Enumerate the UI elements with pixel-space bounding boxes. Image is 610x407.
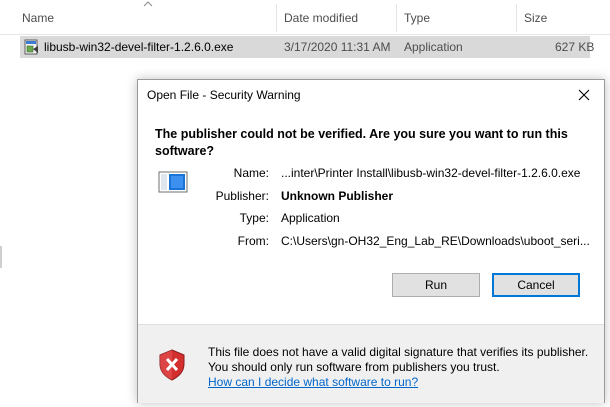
column-name[interactable]: Name — [22, 11, 54, 25]
dialog-title-bar[interactable]: Open File - Security Warning — [138, 80, 604, 110]
column-divider[interactable] — [516, 4, 517, 32]
type-value: Application — [281, 211, 340, 225]
security-warning-dialog: Open File - Security Warning The publish… — [137, 79, 605, 403]
signature-warning-text: This file does not have a valid digital … — [208, 345, 589, 374]
dialog-title: Open File - Security Warning — [147, 88, 301, 102]
publisher-label: Publisher: — [215, 189, 269, 203]
close-icon — [578, 89, 590, 101]
file-type: Application — [404, 40, 463, 54]
run-button[interactable]: Run — [392, 273, 480, 297]
help-link[interactable]: How can I decide what software to run? — [208, 375, 418, 389]
file-size: 627 KB — [555, 40, 595, 54]
column-divider[interactable] — [276, 4, 277, 32]
file-list-header: Name Date modified Type Size — [0, 0, 610, 35]
file-name[interactable]: libusb-win32-devel-filter-1.2.6.0.exe — [44, 40, 233, 54]
column-type[interactable]: Type — [404, 11, 430, 25]
name-value: ...inter\Printer Install\libusb-win32-de… — [281, 166, 581, 180]
dialog-footer: This file does not have a valid digital … — [138, 324, 604, 403]
from-label: From: — [237, 234, 269, 248]
security-shield-icon — [159, 349, 185, 381]
file-row[interactable]: libusb-win32-devel-filter-1.2.6.0.exe 3/… — [20, 36, 594, 58]
column-date-modified[interactable]: Date modified — [284, 11, 358, 25]
column-divider[interactable] — [396, 4, 397, 32]
close-button[interactable] — [564, 80, 604, 110]
type-label: Type: — [239, 211, 269, 225]
cancel-button[interactable]: Cancel — [492, 273, 580, 297]
name-label: Name: — [233, 166, 269, 180]
publisher-value: Unknown Publisher — [281, 189, 394, 203]
application-window-icon — [158, 171, 188, 193]
from-value: C:\Users\gn-OH32_Eng_Lab_RE\Downloads\ub… — [281, 234, 590, 248]
sort-ascending-icon — [143, 1, 153, 7]
scroll-edge — [0, 246, 2, 268]
installer-exe-icon — [24, 39, 38, 55]
file-date-modified: 3/17/2020 11:31 AM — [284, 40, 391, 54]
warning-question: The publisher could not be verified. Are… — [155, 127, 568, 158]
column-size[interactable]: Size — [524, 11, 547, 25]
